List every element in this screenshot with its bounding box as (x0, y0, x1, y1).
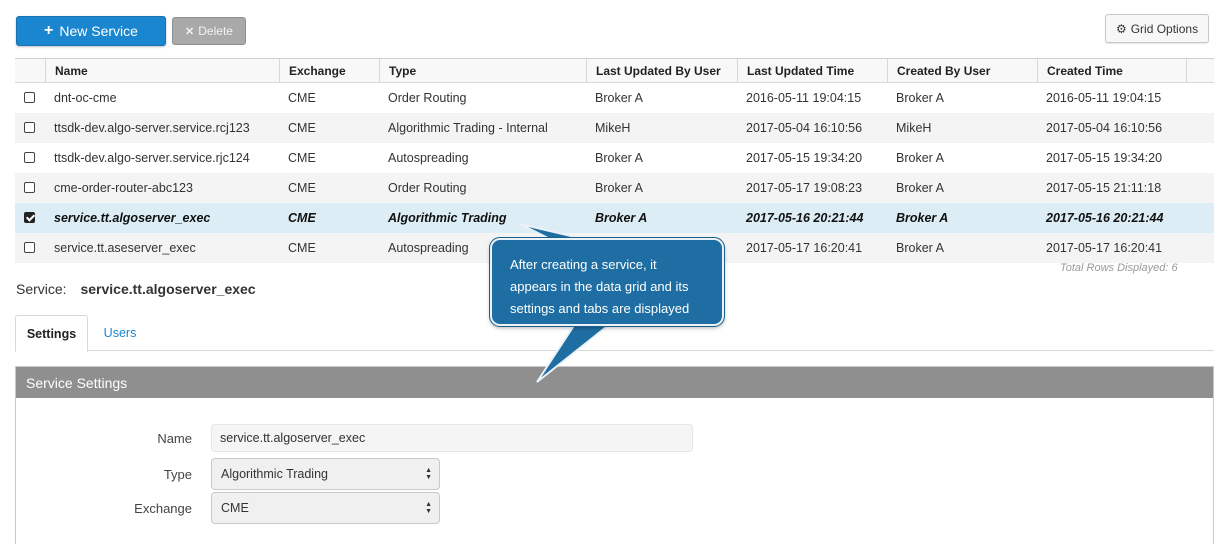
cell-updated-by: Broker A (595, 211, 648, 225)
table-row[interactable]: ttsdk-dev.algo-server.service.rcj123 CME A… (15, 113, 1214, 143)
select-arrows-icon: ▲ ▼ (425, 501, 432, 515)
header-type[interactable]: Type (379, 59, 586, 82)
cell-type: Autospreading (388, 151, 469, 165)
header-select (15, 59, 45, 82)
cell-created-by: Broker A (896, 91, 944, 105)
cell-type: Order Routing (388, 181, 467, 195)
row-checkbox[interactable] (24, 182, 35, 193)
header-name[interactable]: Name (45, 59, 279, 82)
delete-label: Delete (198, 24, 233, 38)
callout-line-2: appears in the data grid and its (510, 279, 689, 294)
cell-exchange: CME (288, 241, 316, 255)
new-service-button[interactable]: + New Service (16, 16, 166, 46)
cell-exchange: CME (288, 91, 316, 105)
callout-line-1: After creating a service, it (510, 257, 657, 272)
header-spacer (1186, 59, 1214, 82)
cell-type: Algorithmic Trading - Internal (388, 121, 548, 135)
cell-created-time: 2016-05-11 19:04:15 (1046, 91, 1162, 105)
exchange-select-value: CME (221, 501, 249, 515)
plus-icon: + (44, 22, 54, 39)
cell-exchange: CME (288, 211, 316, 225)
services-grid: Name Exchange Type Last Updated By User … (15, 58, 1214, 263)
new-service-label: New Service (59, 23, 138, 39)
tab-settings[interactable]: Settings (15, 315, 88, 352)
close-icon: ✕ (185, 25, 195, 38)
cell-updated-time: 2017-05-17 16:20:41 (746, 241, 863, 255)
cell-created-time: 2017-05-04 16:10:56 (1046, 121, 1163, 135)
cell-type: Order Routing (388, 91, 467, 105)
cell-created-time: 2017-05-16 20:21:44 (1046, 211, 1164, 225)
callout-line-3: settings and tabs are displayed (510, 301, 690, 316)
cell-updated-time: 2016-05-11 19:04:15 (746, 91, 862, 105)
cell-updated-by: MikeH (595, 121, 631, 135)
cell-created-time: 2017-05-15 19:34:20 (1046, 151, 1163, 165)
exchange-label: Exchange (134, 501, 192, 516)
header-exchange[interactable]: Exchange (279, 59, 379, 82)
select-arrows-icon: ▲ ▼ (425, 467, 432, 481)
cell-updated-by: Broker A (595, 181, 643, 195)
total-rows-label: Total Rows Displayed: 6 (1060, 262, 1178, 274)
row-checkbox[interactable] (24, 92, 35, 103)
cell-updated-time: 2017-05-15 19:34:20 (746, 151, 863, 165)
cell-name: ttsdk-dev.algo-server.service.rjc124 (54, 151, 250, 165)
delete-button[interactable]: ✕ Delete (172, 17, 246, 45)
panel-title: Service Settings (16, 367, 1213, 398)
cell-created-time: 2017-05-17 16:20:41 (1046, 241, 1163, 255)
header-last-updated-time[interactable]: Last Updated Time (737, 59, 887, 82)
cell-updated-by: Broker A (595, 91, 643, 105)
cell-created-by: MikeH (896, 121, 932, 135)
type-select[interactable]: Algorithmic Trading ▲ ▼ (211, 458, 440, 490)
cell-created-by: Broker A (896, 151, 944, 165)
service-settings-panel: Service Settings Name service.tt.algoser… (15, 366, 1214, 544)
cell-type: Algorithmic Trading (388, 211, 507, 225)
cell-name: service.tt.algoserver_exec (54, 211, 211, 225)
cell-name: dnt-oc-cme (54, 91, 117, 105)
table-row[interactable]: dnt-oc-cme CME Order Routing Broker A 2016-0… (15, 83, 1214, 113)
cell-updated-time: 2017-05-04 16:10:56 (746, 121, 863, 135)
service-name: service.tt.algoserver_exec (80, 281, 256, 297)
header-last-updated-by[interactable]: Last Updated By User (586, 59, 737, 82)
cell-name: service.tt.aseserver_exec (54, 241, 196, 255)
row-checkbox[interactable] (24, 242, 35, 253)
row-checkbox[interactable] (24, 152, 35, 163)
cell-updated-by: Broker A (595, 151, 643, 165)
type-label: Type (163, 467, 192, 482)
cell-exchange: CME (288, 121, 316, 135)
exchange-select[interactable]: CME ▲ ▼ (211, 492, 440, 524)
header-created-time[interactable]: Created Time (1037, 59, 1186, 82)
type-select-value: Algorithmic Trading (221, 467, 328, 481)
row-checkbox[interactable] (24, 212, 35, 223)
service-title: Service: service.tt.algoserver_exec (16, 281, 256, 297)
table-row[interactable]: service.tt.algoserver_exec CME Algorithmic… (15, 203, 1214, 233)
cell-created-by: Broker A (896, 241, 944, 255)
cell-name: cme-order-router-abc123 (54, 181, 193, 195)
name-input[interactable]: service.tt.algoserver_exec (211, 424, 693, 452)
grid-header: Name Exchange Type Last Updated By User … (15, 59, 1214, 83)
callout-tooltip: After creating a service, it appears in … (489, 237, 725, 327)
row-checkbox[interactable] (24, 122, 35, 133)
header-created-by[interactable]: Created By User (887, 59, 1037, 82)
service-label: Service: (16, 281, 67, 297)
cell-exchange: CME (288, 151, 316, 165)
cell-created-by: Broker A (896, 211, 949, 225)
cell-updated-time: 2017-05-16 20:21:44 (746, 211, 864, 225)
grid-options-button[interactable]: ⚙ Grid Options (1105, 14, 1209, 43)
cell-created-by: Broker A (896, 181, 944, 195)
cell-created-time: 2017-05-15 21:11:18 (1046, 181, 1162, 195)
tab-users[interactable]: Users (103, 315, 137, 351)
name-label: Name (157, 431, 192, 446)
gear-icon: ⚙ (1115, 21, 1127, 36)
table-row[interactable]: ttsdk-dev.algo-server.service.rjc124 CME A… (15, 143, 1214, 173)
cell-exchange: CME (288, 181, 316, 195)
cell-name: ttsdk-dev.algo-server.service.rcj123 (54, 121, 250, 135)
cell-updated-time: 2017-05-17 19:08:23 (746, 181, 863, 195)
table-row[interactable]: cme-order-router-abc123 CME Order Routing B… (15, 173, 1214, 203)
grid-options-label: Grid Options (1130, 21, 1199, 36)
